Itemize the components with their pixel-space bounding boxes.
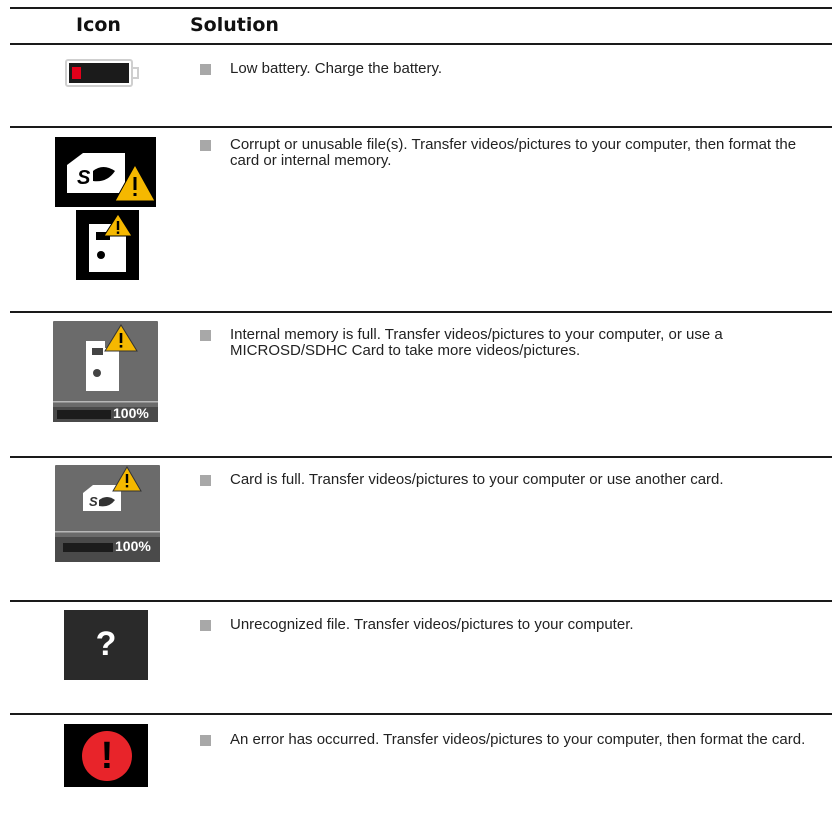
bullet <box>200 330 211 341</box>
low-battery-icon <box>65 59 141 92</box>
bullet <box>200 475 211 486</box>
bullet <box>200 735 211 746</box>
column-header-solution: Solution <box>190 14 279 36</box>
memory-percent-label: 100% <box>113 405 149 421</box>
corrupt-internal-memory-icon <box>76 210 139 285</box>
column-header-icon: Icon <box>76 14 121 36</box>
unrecognized-file-icon: ? <box>64 610 148 680</box>
solution-text: Corrupt or unusable file(s). Transfer vi… <box>230 136 797 169</box>
solution-text: Internal memory is full. Transfer videos… <box>230 326 723 359</box>
bullet <box>200 64 211 75</box>
corrupt-card-icon: S <box>55 137 156 212</box>
solution-text: Unrecognized file. Transfer videos/pictu… <box>230 616 634 633</box>
row-rule <box>10 713 832 715</box>
error-icon: ! <box>64 724 148 787</box>
internal-memory-full-icon: 100% <box>53 321 158 422</box>
row-rule <box>10 600 832 602</box>
solution-text: Low battery. Charge the battery. <box>230 60 443 77</box>
svg-text:S: S <box>77 167 91 189</box>
card-percent-label: 100% <box>115 538 151 554</box>
bullet <box>200 620 211 631</box>
row-rule <box>10 311 832 313</box>
solution-text: An error has occurred. Transfer videos/p… <box>230 731 806 748</box>
row-rule <box>10 456 832 458</box>
card-full-icon: S 100% <box>55 465 160 562</box>
exclamation-glyph: ! <box>100 735 114 777</box>
row-rule <box>10 126 832 128</box>
bullet <box>200 140 211 151</box>
question-mark-glyph: ? <box>95 625 117 663</box>
header-rule <box>10 43 832 45</box>
solution-text: Card is full. Transfer videos/pictures t… <box>230 471 724 488</box>
svg-text:S: S <box>89 494 98 509</box>
table-top-rule <box>10 7 832 9</box>
